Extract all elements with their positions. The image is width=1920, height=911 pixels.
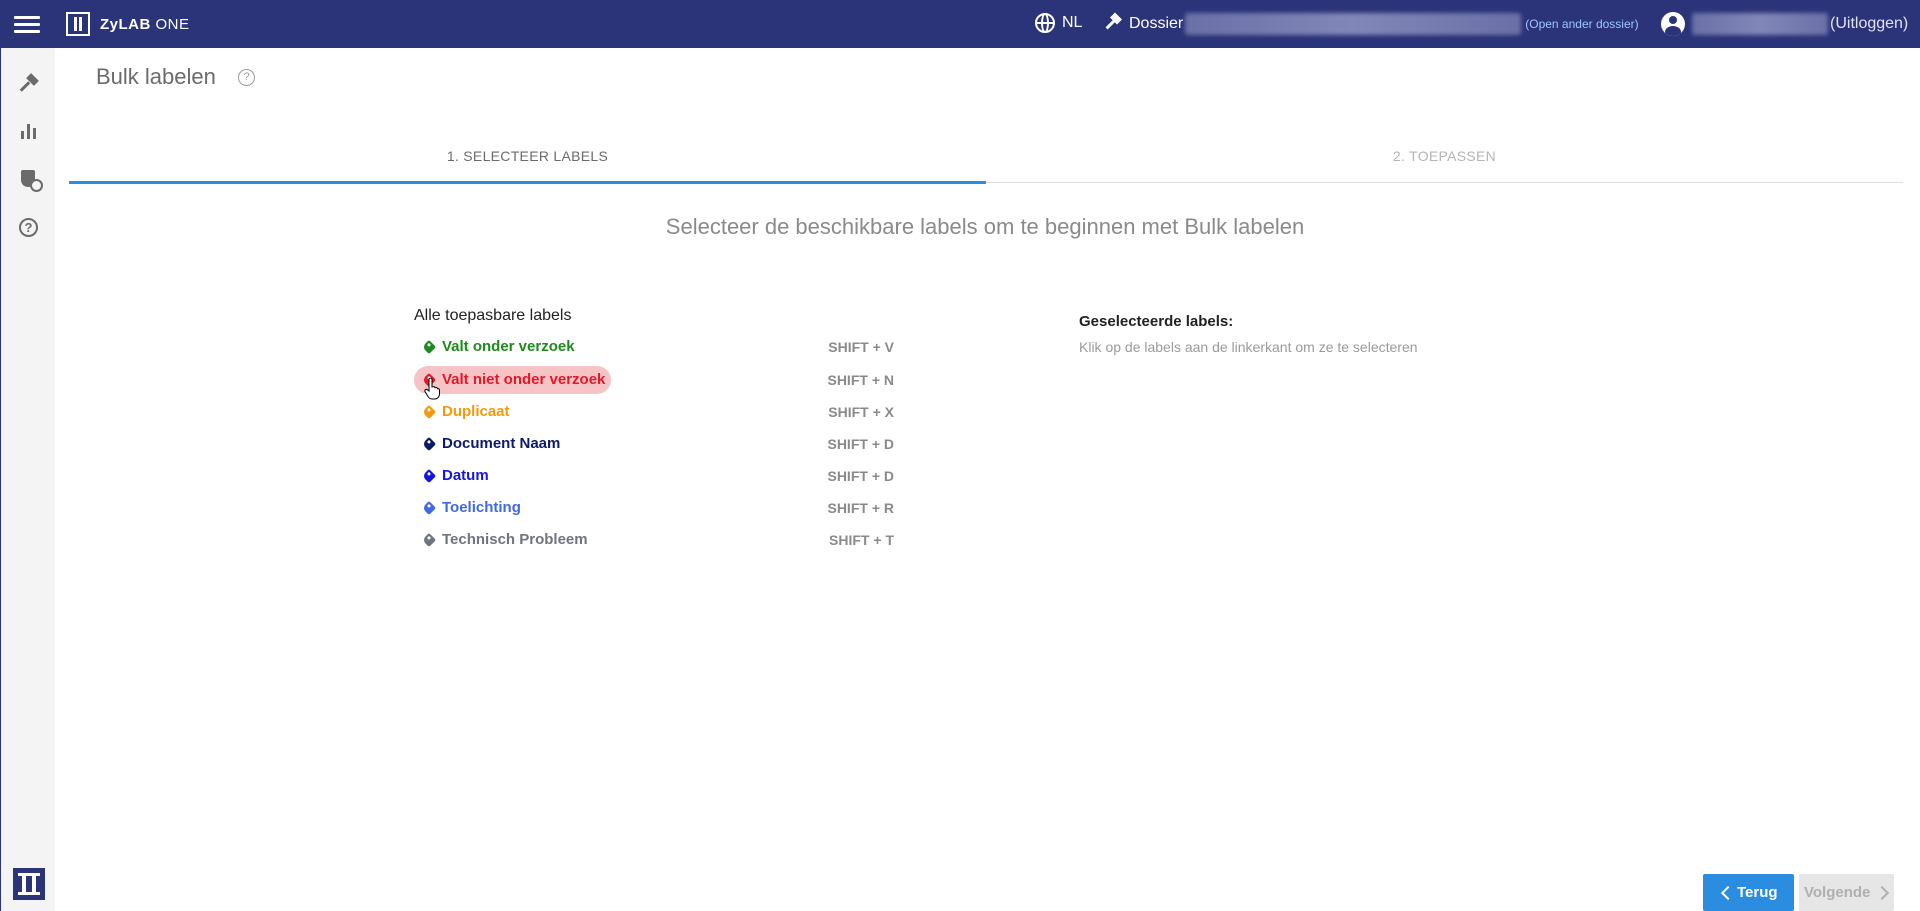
label-chip[interactable]: Duplicaat [414,398,516,426]
label-item[interactable]: Datum SHIFT + D [414,462,894,490]
label-shortcut: SHIFT + D [827,468,894,484]
label-shortcut: SHIFT + D [827,436,894,452]
step-apply[interactable]: 2. TOEPASSEN [986,140,1903,183]
label-name: Valt niet onder verzoek [442,371,606,388]
account-icon[interactable] [1661,12,1685,36]
tag-icon [421,339,437,355]
label-item[interactable]: Technisch Probleem SHIFT + T [414,526,894,554]
label-chip[interactable]: Valt niet onder verzoek [414,366,612,394]
help-icon[interactable]: ? [238,69,255,86]
dossier-indicator: Dossier (Open ander dossier) [1103,13,1639,35]
label-item[interactable]: Valt niet onder verzoek SHIFT + N [414,366,894,394]
label-chip[interactable]: Technisch Probleem [414,526,594,554]
label-item[interactable]: Duplicaat SHIFT + X [414,398,894,426]
next-button[interactable]: Volgende [1799,874,1894,911]
gavel-icon[interactable] [18,74,40,96]
tag-icon [421,436,437,452]
tag-icon [421,532,437,548]
gavel-icon [1103,14,1123,34]
label-name: Duplicaat [442,403,510,420]
label-name: Technisch Probleem [442,531,588,548]
stepper: 1. SELECTEER LABELS 2. TOEPASSEN [69,140,1903,184]
label-chip[interactable]: Toelichting [414,494,527,522]
hand-cursor-icon [424,378,440,400]
top-bar: ZyLAB ONE NL Dossier (Open ander dossier… [0,0,1920,48]
tag-icon [421,468,437,484]
label-shortcut: SHIFT + T [829,532,894,548]
logout-link[interactable]: (Uitloggen) [1830,15,1908,33]
app-logo[interactable]: ZyLAB ONE [66,12,190,36]
user-menu: (Uitloggen) [1661,12,1908,36]
bar-chart-icon[interactable] [18,120,40,142]
dossier-label: Dossier [1129,15,1184,32]
label-chip[interactable]: Document Naam [414,430,566,458]
zylab-logo-icon [13,868,45,900]
label-chip[interactable]: Datum [414,462,495,490]
label-name: Valt onder verzoek [442,338,575,355]
tag-icon [421,500,437,516]
instruction-headline: Selecteer de beschikbare labels om te be… [665,214,1305,239]
label-shortcut: SHIFT + R [827,500,894,516]
label-shortcut: SHIFT + V [828,339,894,355]
label-name: Toelichting [442,499,521,516]
zylab-logo-icon [66,12,90,36]
label-name: Datum [442,467,489,484]
tag-icon [421,404,437,420]
label-chip[interactable]: Valt onder verzoek [414,333,581,361]
label-shortcut: SHIFT + N [827,372,894,388]
available-labels-heading: Alle toepasbare labels [414,307,572,324]
menu-icon[interactable] [14,13,40,35]
user-name-redacted [1692,13,1828,35]
shield-settings-icon[interactable] [18,168,43,192]
app-name: ZyLAB ONE [100,15,190,33]
language-label: NL [1062,14,1083,31]
selected-labels-hint: Klik op de labels aan de linkerkant om z… [1079,339,1418,355]
language-selector[interactable]: NL [1035,13,1082,33]
open-other-dossier-link[interactable]: (Open ander dossier) [1525,17,1638,31]
label-item[interactable]: Toelichting SHIFT + R [414,494,894,522]
selected-labels-heading: Geselecteerde labels: [1079,313,1234,330]
dossier-name-redacted [1185,13,1522,35]
label-item[interactable]: Valt onder verzoek SHIFT + V [414,333,894,361]
back-button[interactable]: Terug [1703,874,1794,911]
label-name: Document Naam [442,435,561,452]
label-shortcut: SHIFT + X [828,404,894,420]
step-select-labels[interactable]: 1. SELECTEER LABELS [69,140,986,184]
label-item[interactable]: Document Naam SHIFT + D [414,430,894,458]
page-title: Bulk labelen [96,64,216,89]
sidebar: ? [0,48,55,911]
globe-icon [1035,13,1055,33]
